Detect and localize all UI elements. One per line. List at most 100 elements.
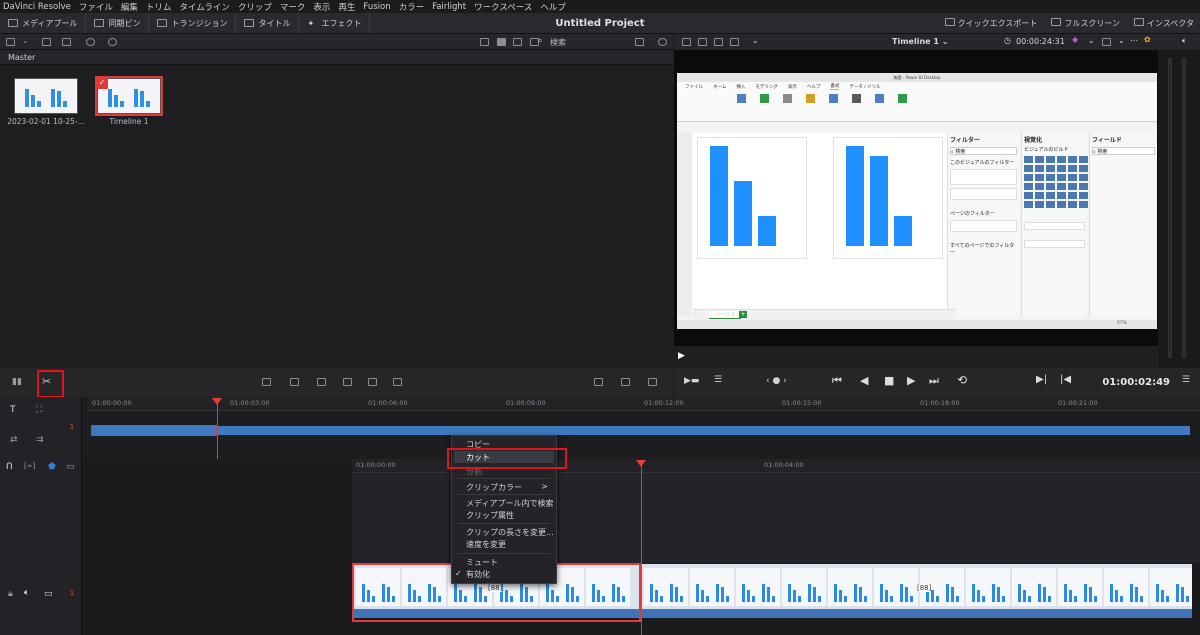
loop-icon[interactable]: ⟲ <box>957 373 967 387</box>
overlay-icon[interactable] <box>1102 38 1111 46</box>
flag-icon[interactable]: ⬟ <box>48 462 56 472</box>
pbi-visual-icon[interactable] <box>1024 165 1033 172</box>
source-viewer-icon[interactable] <box>698 38 707 46</box>
insert-clip-icon[interactable] <box>262 378 271 386</box>
pbi-visual-icon[interactable] <box>1079 183 1088 190</box>
pbi-tab[interactable]: ファイル <box>685 84 703 90</box>
pbi-visual-icon[interactable] <box>1046 174 1055 181</box>
menu-item-change-duration[interactable]: クリップの長さを変更... <box>466 527 554 538</box>
media-clip-thumbnail[interactable] <box>14 78 78 114</box>
ripple-tool-icon[interactable]: ⇉ <box>36 435 44 445</box>
pbi-tab[interactable]: モデリング <box>755 84 778 90</box>
menu-item[interactable]: Fusion <box>363 2 390 12</box>
more-options-icon[interactable]: ⋯ <box>1130 36 1138 45</box>
pbi-visual-icon[interactable] <box>1024 192 1033 199</box>
pbi-visual-grid[interactable] <box>1024 156 1088 208</box>
inspector-button[interactable]: インスペクタ <box>1134 18 1194 29</box>
menu-item[interactable]: Fairlight <box>432 2 466 12</box>
close-up-icon[interactable] <box>621 378 630 386</box>
pbi-visual-icon[interactable] <box>1068 183 1077 190</box>
pbi-filter-card[interactable] <box>950 188 1017 200</box>
pbi-visual-icon[interactable] <box>1024 174 1033 181</box>
pbi-visual-icon[interactable] <box>1068 192 1077 199</box>
pbi-visual-icon[interactable] <box>1057 192 1066 199</box>
menu-item-clip-attributes[interactable]: クリップ属性 <box>466 510 514 521</box>
audio-icon[interactable]: 🔈︎ <box>24 588 29 598</box>
lower-playhead-handle[interactable] <box>636 460 646 467</box>
pbi-filter-search[interactable]: ⌕ 検索 <box>950 147 1017 155</box>
pbi-page-tab[interactable]: ページ 1 <box>709 311 741 319</box>
replace-clip-icon[interactable] <box>317 378 326 386</box>
play-reverse-icon[interactable]: ◀ <box>860 374 868 387</box>
pbi-visual-icon[interactable] <box>1046 156 1055 163</box>
link-icon[interactable]: [∞] <box>24 462 35 470</box>
pbi-tab[interactable]: 表示 <box>788 84 797 90</box>
menu-item[interactable]: クリップ <box>238 1 272 13</box>
ripple-overwrite-icon[interactable] <box>393 378 402 386</box>
sync-bin-button[interactable]: 同期ビン <box>86 13 150 33</box>
menu-item-change-speed[interactable]: 速度を変更 <box>466 539 506 550</box>
pbi-visual-icon[interactable] <box>1057 183 1066 190</box>
menu-item[interactable]: ワークスペース <box>474 1 532 13</box>
pbi-visual-icon[interactable] <box>1046 165 1055 172</box>
timeline-options-icon[interactable]: ▮▮ <box>12 377 22 387</box>
menu-item[interactable]: 再生 <box>338 1 355 13</box>
menu-item-clip-color[interactable]: クリップカラー <box>466 482 522 493</box>
pbi-field-well[interactable] <box>1024 240 1085 248</box>
pbi-filter-card[interactable] <box>950 169 1017 185</box>
next-edit-icon[interactable]: ▶| <box>1036 374 1047 385</box>
pbi-visual-icon[interactable] <box>1035 156 1044 163</box>
menu-item[interactable]: 表示 <box>313 1 330 13</box>
menu-item[interactable]: 編集 <box>121 1 138 13</box>
menu-icon[interactable]: ☰ <box>1182 375 1190 385</box>
menu-item-enabled[interactable]: 有効化 <box>466 569 490 580</box>
filmstrip-view-icon[interactable] <box>513 38 522 46</box>
play-icon[interactable]: ▶ <box>907 374 915 387</box>
viewer-play-icon[interactable]: ▶ <box>678 351 685 361</box>
search-icon[interactable]: ⌕ <box>538 36 542 46</box>
link-tool-icon[interactable]: ⛶ <box>36 405 42 415</box>
pbi-visual-icon[interactable] <box>1046 192 1055 199</box>
upper-ruler[interactable]: 01:00:00:00 01:00:03:00 01:00:06:00 01:00:0… <box>88 397 1200 411</box>
pbi-tab[interactable]: ヘルプ <box>807 84 821 90</box>
timeline-viewer-icon[interactable] <box>714 38 723 46</box>
volume-icon[interactable]: 🔈︎ <box>1182 36 1187 46</box>
marker-icon[interactable]: ▭ <box>66 462 75 472</box>
pbi-visual-icon[interactable] <box>1035 201 1044 208</box>
pbi-filter-card[interactable] <box>950 220 1017 232</box>
pbi-visual-icon[interactable] <box>1079 192 1088 199</box>
go-to-end-icon[interactable]: ⏭ <box>929 374 939 388</box>
settings-chevron-icon[interactable]: ⌄ <box>1088 36 1095 45</box>
effects-button[interactable]: ✦ エフェクト <box>299 13 371 33</box>
prev-edit-icon[interactable]: |◀ <box>1060 374 1071 385</box>
pbi-field-well[interactable] <box>1024 222 1085 230</box>
fullscreen-button[interactable]: フルスクリーン <box>1051 18 1120 29</box>
pbi-visual-icon[interactable] <box>1057 201 1066 208</box>
pbi-visual-icon[interactable] <box>1024 156 1033 163</box>
pbi-visual-icon[interactable] <box>1035 174 1044 181</box>
pbi-visual-icon[interactable] <box>1079 165 1088 172</box>
go-to-start-icon[interactable]: ⏮ <box>832 374 842 388</box>
pbi-visual-icon[interactable] <box>1079 201 1088 208</box>
overwrite-clip-icon[interactable] <box>290 378 299 386</box>
pbi-visual-icon[interactable] <box>1024 201 1033 208</box>
menu-item[interactable]: ヘルプ <box>540 1 566 13</box>
lock-icon[interactable]: 🔒︎ <box>8 589 13 599</box>
menu-item[interactable]: カラー <box>399 1 425 13</box>
timeline-selector[interactable]: Timeline 1 ⌄ <box>892 37 948 46</box>
pbi-visual-icon[interactable] <box>1057 156 1066 163</box>
pbi-visual-icon[interactable] <box>1046 183 1055 190</box>
refresh-icon[interactable] <box>658 38 667 46</box>
pbi-visual-icon[interactable] <box>1068 201 1077 208</box>
pbi-tab[interactable]: データ / ドリル <box>849 84 880 90</box>
menu-item[interactable]: トリム <box>146 1 172 13</box>
menu-item[interactable]: DaVinci Resolve <box>3 2 71 12</box>
upper-playhead[interactable] <box>217 403 218 459</box>
pbi-visual-icon[interactable] <box>1046 201 1055 208</box>
pbi-add-page-icon[interactable]: + <box>739 311 747 318</box>
menu-item[interactable]: ファイル <box>79 1 113 13</box>
pbi-tab[interactable]: 挿入 <box>736 84 745 90</box>
pbi-visual-icon[interactable] <box>1057 165 1066 172</box>
place-on-top-icon[interactable] <box>368 378 377 386</box>
zoom-tool-icon[interactable]: ⇄ <box>10 435 18 445</box>
